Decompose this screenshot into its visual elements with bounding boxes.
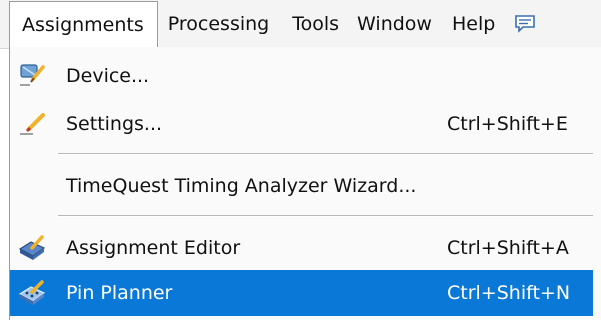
menu-item-timequest-wizard[interactable]: TimeQuest Timing Analyzer Wizard... [10,163,593,209]
menu-item-shortcut: Ctrl+Shift+E [447,113,568,135]
menu-item-settings[interactable]: Settings... Ctrl+Shift+E [10,101,593,147]
settings-icon [17,109,47,139]
menu-separator [58,215,593,217]
menu-item-pin-planner[interactable]: Pin Planner Ctrl+Shift+N [10,270,593,316]
assignments-dropdown: Device... Settings... Ctrl+Shift+E TimeQ… [9,47,601,320]
menu-item-shortcut: Ctrl+Shift+N [447,282,571,304]
menu-item-assignment-editor[interactable]: Assignment Editor Ctrl+Shift+A [10,225,593,271]
menu-assignments[interactable]: Assignments [9,1,158,48]
menu-help[interactable]: Help [452,1,495,47]
assignment-editor-icon [17,233,47,263]
menu-item-shortcut: Ctrl+Shift+A [447,237,569,259]
menu-processing[interactable]: Processing [168,1,269,47]
menu-tools[interactable]: Tools [292,1,339,47]
menu-window[interactable]: Window [357,1,432,47]
pin-planner-icon [17,278,47,308]
menu-item-label: TimeQuest Timing Analyzer Wizard... [66,175,417,197]
menu-item-label: Assignment Editor [66,237,241,259]
device-icon [17,61,47,91]
comment-icon[interactable] [513,12,537,36]
menu-separator [58,153,593,155]
menu-item-device[interactable]: Device... [10,53,593,99]
menu-bar: Assignments Processing Tools Window Help [0,0,601,49]
app-window: Assignments Processing Tools Window Help [0,0,601,320]
menu-item-label: Pin Planner [66,282,173,304]
menu-item-label: Settings... [66,113,163,135]
menu-item-label: Device... [66,65,150,87]
